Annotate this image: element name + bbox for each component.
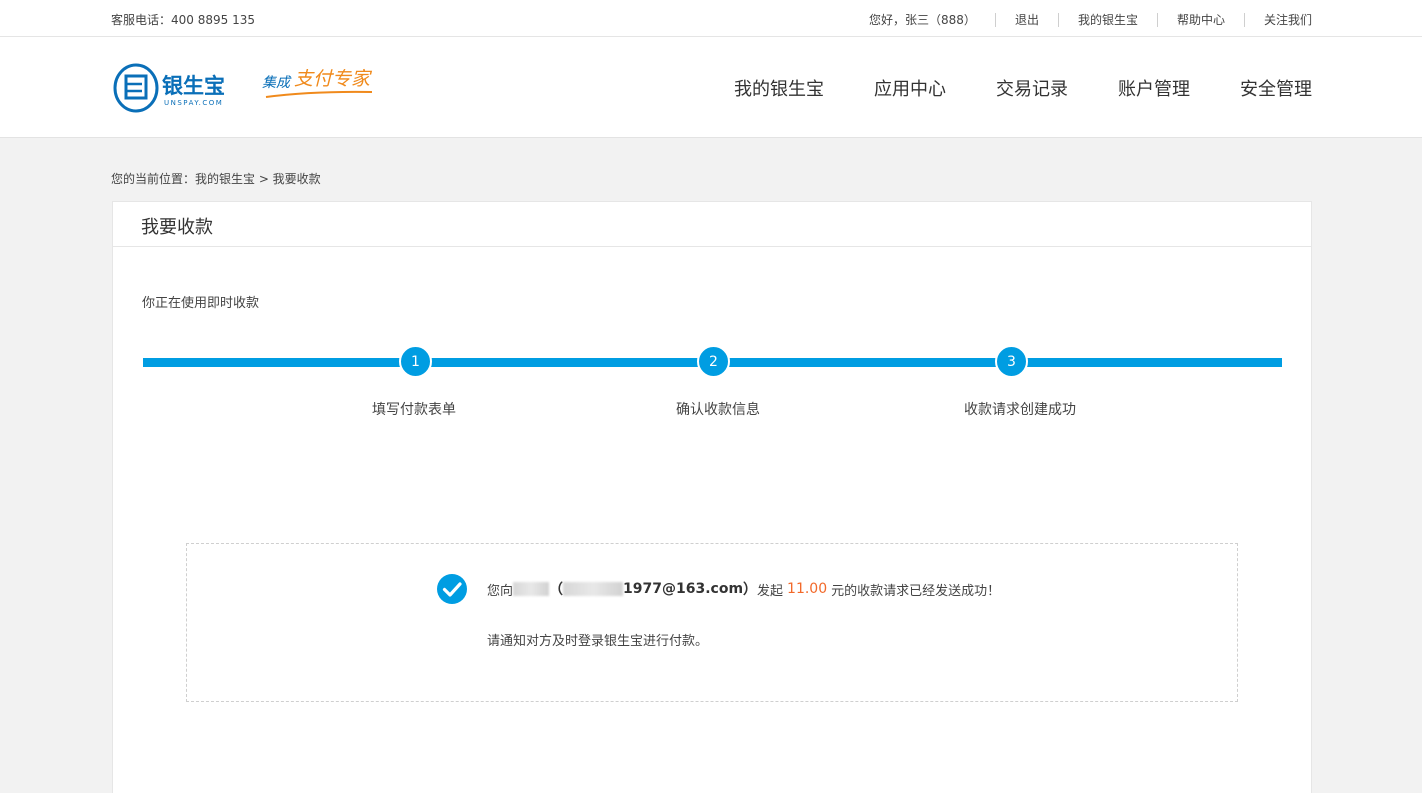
main-nav: 我的银生宝 应用中心 交易记录 账户管理 安全管理 xyxy=(684,75,1312,101)
paren-open: （ xyxy=(549,582,564,598)
top-bar: 客服电话：400 8895 135 您好，张三（888） 退出 我的银生宝 帮助… xyxy=(0,0,1422,37)
receive-payment-panel: 我要收款 你正在使用即时收款 1 2 3 填写付款表单 确认收款信息 收款请求创… xyxy=(112,201,1312,793)
unspay-logo[interactable]: 银生宝 UNSPAY.COM xyxy=(112,61,237,113)
my-account-link[interactable]: 我的银生宝 xyxy=(1078,11,1138,28)
slogan-text-b: 支付专家 xyxy=(294,68,373,90)
redacted-name xyxy=(513,582,550,596)
top-links: 您好，张三（888） 退出 我的银生宝 帮助中心 关注我们 xyxy=(869,11,1312,28)
help-center-link[interactable]: 帮助中心 xyxy=(1177,11,1225,28)
page-title: 我要收款 xyxy=(141,217,213,238)
divider xyxy=(113,246,1311,247)
divider xyxy=(994,12,996,27)
breadcrumb: 您的当前位置：我的银生宝 > 我要收款 xyxy=(111,172,321,186)
divider xyxy=(1243,12,1245,27)
logout-link[interactable]: 退出 xyxy=(1015,11,1039,28)
nav-account-management[interactable]: 账户管理 xyxy=(1118,75,1190,101)
payment-amount: 11.00 xyxy=(787,581,828,597)
logo-text: 银生宝 xyxy=(162,74,225,98)
nav-my-account[interactable]: 我的银生宝 xyxy=(734,75,824,101)
service-phone: 客服电话：400 8895 135 xyxy=(111,13,255,27)
step-2-circle: 2 xyxy=(697,345,730,378)
site-header: 银生宝 UNSPAY.COM 集成 支付专家 我的银生宝 应用中心 交易记录 账… xyxy=(0,37,1422,138)
divider xyxy=(1156,12,1158,27)
redacted-email xyxy=(563,582,624,596)
step-3-label: 收款请求创建成功 xyxy=(964,402,1076,418)
notify-note: 请通知对方及时登录银生宝进行付款。 xyxy=(487,634,709,649)
nav-security-management[interactable]: 安全管理 xyxy=(1240,75,1312,101)
step-2-label: 确认收款信息 xyxy=(676,402,760,418)
step-3-circle: 3 xyxy=(995,345,1028,378)
nav-app-center[interactable]: 应用中心 xyxy=(874,75,946,101)
slogan-text-a: 集成 xyxy=(262,75,292,91)
success-box: 您向 （ 1977@163.com ） 发起 11.00 元的收款请求已经发送成… xyxy=(186,543,1238,702)
slogan: 集成 支付专家 xyxy=(262,68,373,98)
check-icon xyxy=(437,574,467,604)
nav-transactions[interactable]: 交易记录 xyxy=(996,75,1068,101)
payer-email: 1977@163.com xyxy=(623,581,744,597)
divider xyxy=(1057,12,1059,27)
success-message: 您向 （ 1977@163.com ） 发起 11.00 元的收款请求已经发送成… xyxy=(487,579,1000,599)
logo-subtext: UNSPAY.COM xyxy=(164,99,223,107)
message-prefix: 您向 xyxy=(487,583,514,599)
step-1-label: 填写付款表单 xyxy=(372,402,456,418)
message-mid: 发起 xyxy=(757,583,784,599)
step-1-circle: 1 xyxy=(399,345,432,378)
follow-us-link[interactable]: 关注我们 xyxy=(1264,11,1312,28)
paren-close: ） xyxy=(743,582,758,598)
usage-hint: 你正在使用即时收款 xyxy=(142,296,260,311)
message-suffix: 元的收款请求已经发送成功！ xyxy=(831,583,1001,599)
user-greeting: 您好，张三（888） xyxy=(869,13,976,27)
